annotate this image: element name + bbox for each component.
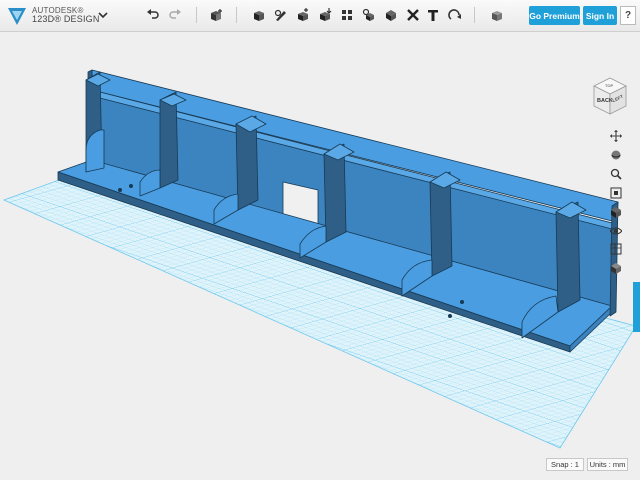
- pattern-icon[interactable]: [338, 6, 356, 24]
- autodesk-logo-icon[interactable]: [6, 5, 28, 27]
- toolbar-separator: [474, 7, 475, 23]
- app-brand: AUTODESK® 123D® DESIGN: [32, 6, 100, 24]
- go-premium-button[interactable]: Go Premium: [529, 6, 580, 25]
- modify-icon[interactable]: [316, 6, 334, 24]
- text-icon[interactable]: [424, 6, 442, 24]
- 3d-viewport[interactable]: · · · · · · · · BACK LEFT TOP: [0, 32, 640, 480]
- construct-icon[interactable]: [294, 6, 312, 24]
- brand-line2: 123D® DESIGN: [32, 14, 100, 24]
- primitives-icon[interactable]: [250, 6, 268, 24]
- side-panel-tab[interactable]: [633, 282, 640, 332]
- combine-icon[interactable]: [382, 6, 400, 24]
- toolbar-separator: [236, 7, 237, 23]
- visibility-icon[interactable]: [607, 223, 625, 239]
- materials-icon[interactable]: [607, 241, 625, 257]
- 3d-scene[interactable]: ··· ··· ··: [0, 32, 640, 480]
- undo-icon[interactable]: [144, 6, 162, 24]
- sign-in-button[interactable]: Sign In: [583, 6, 617, 25]
- transform-icon[interactable]: [207, 6, 225, 24]
- view-icon[interactable]: [607, 204, 625, 220]
- svg-text:·: ·: [572, 428, 574, 434]
- fit-icon[interactable]: [607, 185, 625, 201]
- view-cube[interactable]: BACK LEFT TOP: [588, 74, 632, 118]
- redo-icon[interactable]: [166, 6, 184, 24]
- toolbar-separator: [196, 7, 197, 23]
- sketch-icon[interactable]: [272, 6, 290, 24]
- material-icon[interactable]: [488, 6, 506, 24]
- pan-icon[interactable]: [607, 128, 625, 144]
- cube-face-back[interactable]: BACK: [597, 98, 613, 104]
- svg-text:·: ·: [564, 444, 566, 450]
- cube-face-top[interactable]: TOP: [605, 83, 613, 88]
- snap-status[interactable]: Snap : 1: [546, 458, 584, 471]
- help-button[interactable]: ?: [620, 6, 636, 25]
- zoom-icon[interactable]: [607, 166, 625, 182]
- snap-icon[interactable]: [446, 6, 464, 24]
- top-toolbar: AUTODESK® 123D® DESIGN Go Premium Sign I…: [0, 0, 640, 32]
- measure-icon[interactable]: [404, 6, 422, 24]
- chevron-down-icon[interactable]: [97, 9, 109, 21]
- units-status[interactable]: Units : mm: [587, 458, 628, 471]
- orbit-icon[interactable]: [607, 147, 625, 163]
- grouping-icon[interactable]: [360, 6, 378, 24]
- grid-icon[interactable]: [607, 260, 625, 276]
